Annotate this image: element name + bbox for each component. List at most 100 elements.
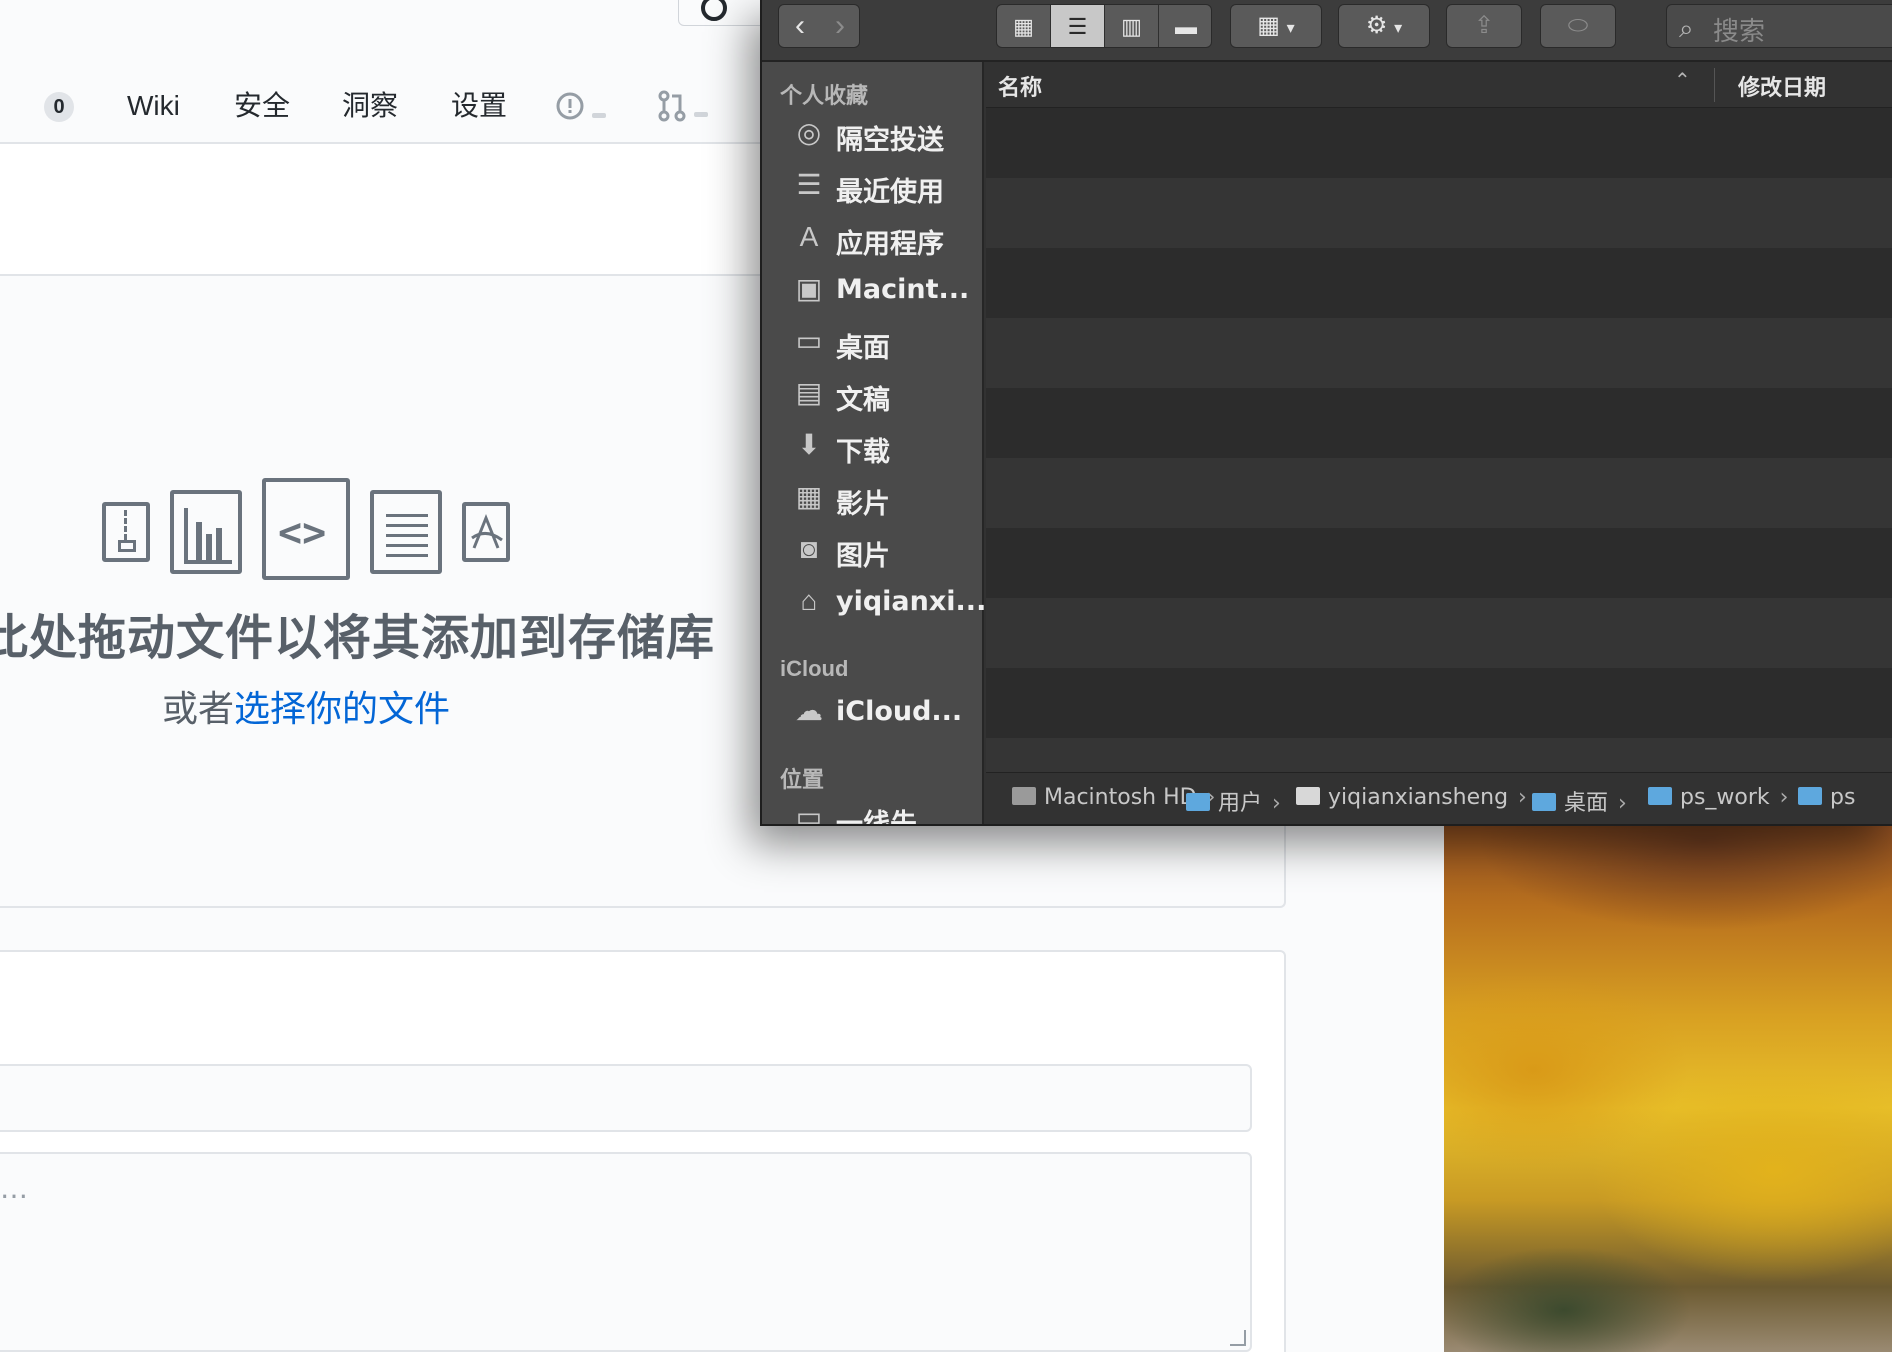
chart-file-icon <box>170 490 242 574</box>
icon-view-icon[interactable]: ▦ <box>997 5 1051 47</box>
documents-icon: ▤ <box>795 377 823 408</box>
tab-settings[interactable]: 设置 <box>451 80 507 132</box>
list-row[interactable] <box>986 108 1892 178</box>
resize-grip-icon[interactable] <box>1230 1330 1246 1346</box>
sidebar-item[interactable]: ☁ iCloud... <box>792 692 982 736</box>
zip-file-icon <box>102 502 150 562</box>
movies-icon: ▦ <box>795 481 823 512</box>
list-row[interactable] <box>986 318 1892 388</box>
path-crumb-label: 桌面 <box>1564 791 1609 816</box>
text-file-icon <box>370 490 442 574</box>
hard-drive-icon <box>1012 787 1036 805</box>
column-view-icon[interactable]: ▥ <box>1105 5 1159 47</box>
pull-request-icon[interactable] <box>658 90 712 124</box>
sidebar-item[interactable]: ▦ 影片 <box>792 478 982 522</box>
sidebar-item-label: 桌面 <box>836 333 890 364</box>
sidebar-item[interactable]: ⬇ 下载 <box>792 426 982 470</box>
repo-nav: Wiki 安全 洞察 设置 <box>0 80 760 144</box>
repo-header-band <box>0 144 780 276</box>
icloud-section-title: iCloud <box>780 656 849 681</box>
file-list[interactable]: 名称 ⌃ 修改日期 <box>986 62 1892 808</box>
tags-button[interactable]: ⬭ <box>1540 4 1616 48</box>
locations-section-title: 位置 <box>780 767 825 792</box>
group-icon: ▦ <box>1257 12 1280 39</box>
list-row[interactable] <box>986 598 1892 668</box>
list-view-icon[interactable]: ☰ <box>1051 5 1105 47</box>
folder-icon <box>1798 787 1822 805</box>
finder-sidebar: 个人收藏 ◎ 隔空投送 ☰ 最近使用 A 应用程序 ▣ Macint... ▭ 桌面 ▤ 文稿 ⬇ 下载 ▦… <box>762 62 987 826</box>
path-crumb-label: Macintosh HD <box>1044 785 1197 810</box>
share-icon: ⇪ <box>1473 12 1495 39</box>
sidebar-item[interactable]: ▣ Macint... <box>792 270 982 314</box>
drop-zone-title: 此处拖动文件以将其添加到存储库 <box>0 610 716 666</box>
tab-security[interactable]: 安全 <box>234 80 290 132</box>
sidebar-item[interactable]: ▭ 一线先 <box>792 798 982 826</box>
forward-icon[interactable]: › <box>835 5 845 47</box>
search-field[interactable]: ⌕ 搜索 <box>1666 4 1892 48</box>
path-crumb[interactable]: 用户 › <box>1186 785 1291 817</box>
pictures-icon: ◙ <box>800 533 818 564</box>
code-file-icon: <> <box>262 478 350 580</box>
column-name-header[interactable]: 名称 <box>998 70 1042 102</box>
commit-description-textarea[interactable]: … <box>0 1152 1252 1352</box>
sidebar-item[interactable]: ◙ 图片 <box>792 530 982 574</box>
choose-files-link[interactable]: 选择你的文件 <box>234 689 450 730</box>
sidebar-item-label: 应用程序 <box>836 229 944 260</box>
finder-window: ‹ › ▦ ☰ ▥ ▬ ▦ ▾ ⚙ ▾ ⇪ ⬭ ⌕ 搜索 个人收藏 ◎ 隔空投送 ☰… <box>760 0 1892 826</box>
path-crumb[interactable]: ps_work › <box>1648 785 1798 810</box>
sidebar-item[interactable]: ▭ 桌面 <box>792 322 982 366</box>
list-row[interactable] <box>986 178 1892 248</box>
pdf-file-icon <box>462 502 510 562</box>
back-forward-buttons: ‹ › <box>778 4 860 48</box>
sidebar-item-label: 隔空投送 <box>836 125 944 156</box>
list-row[interactable] <box>986 528 1892 598</box>
list-row[interactable] <box>986 248 1892 318</box>
sidebar-item[interactable]: A 应用程序 <box>792 218 982 262</box>
sidebar-item[interactable]: ⌂ yiqianxi... <box>792 582 987 626</box>
path-crumb-label: ps <box>1830 785 1856 810</box>
favorites-section-title: 个人收藏 <box>780 83 869 108</box>
column-modified-header[interactable]: 修改日期 <box>1738 70 1826 102</box>
sidebar-item[interactable]: ☰ 最近使用 <box>792 166 982 210</box>
list-row[interactable] <box>986 458 1892 528</box>
chevron-down-icon: ▾ <box>1286 20 1295 37</box>
sidebar-item[interactable]: ▤ 文稿 <box>792 374 982 418</box>
tab-insights[interactable]: 洞察 <box>342 80 398 132</box>
tag-icon: ⬭ <box>1567 12 1589 39</box>
chevron-right-icon: › <box>1618 791 1627 816</box>
path-crumb[interactable]: ps <box>1798 785 1855 810</box>
sidebar-item-label: yiqianxi... <box>836 586 987 617</box>
gallery-view-icon[interactable]: ▬ <box>1159 5 1211 47</box>
path-bar: Macintosh HD › 用户 › yiqianxiansheng › 桌面 › ps_wo… <box>986 772 1892 824</box>
recents-icon: ☰ <box>796 169 822 200</box>
airdrop-icon: ◎ <box>796 117 822 148</box>
drop-sub-prefix: 或者 <box>162 689 235 730</box>
home-icon <box>1296 787 1320 805</box>
textarea-placeholder: … <box>0 1172 28 1205</box>
path-crumb-label: 用户 <box>1218 791 1263 816</box>
path-crumb[interactable]: yiqianxiansheng › <box>1296 785 1537 810</box>
sidebar-item-label: 一线先 <box>836 809 917 826</box>
share-button[interactable]: ⇪ <box>1446 4 1522 48</box>
column-divider[interactable] <box>1714 68 1715 102</box>
chevron-down-icon: ▾ <box>1394 20 1403 37</box>
action-menu-button[interactable]: ⚙ ▾ <box>1338 4 1430 48</box>
sidebar-item[interactable]: ◎ 隔空投送 <box>792 114 982 158</box>
back-icon[interactable]: ‹ <box>795 5 805 47</box>
hard-drive-icon: ▣ <box>795 273 823 304</box>
gear-icon: ⚙ <box>1365 12 1388 39</box>
search-placeholder: 搜索 <box>1713 16 1766 46</box>
commit-summary-input[interactable] <box>0 1064 1252 1132</box>
tab-wiki[interactable]: Wiki <box>127 80 180 132</box>
search-icon: ⌕ <box>1679 13 1694 43</box>
list-row[interactable] <box>986 388 1892 458</box>
group-by-button[interactable]: ▦ ▾ <box>1230 4 1322 48</box>
sidebar-item-label: iCloud... <box>836 696 963 727</box>
path-crumb[interactable]: 桌面 › <box>1532 785 1637 817</box>
sidebar-item-label: 文稿 <box>836 385 890 416</box>
chevron-right-icon: › <box>1779 785 1789 810</box>
chevron-right-icon: › <box>1518 785 1527 810</box>
downloads-icon: ⬇ <box>797 429 821 460</box>
list-row[interactable] <box>986 668 1892 738</box>
issue-icon[interactable] <box>556 92 610 122</box>
